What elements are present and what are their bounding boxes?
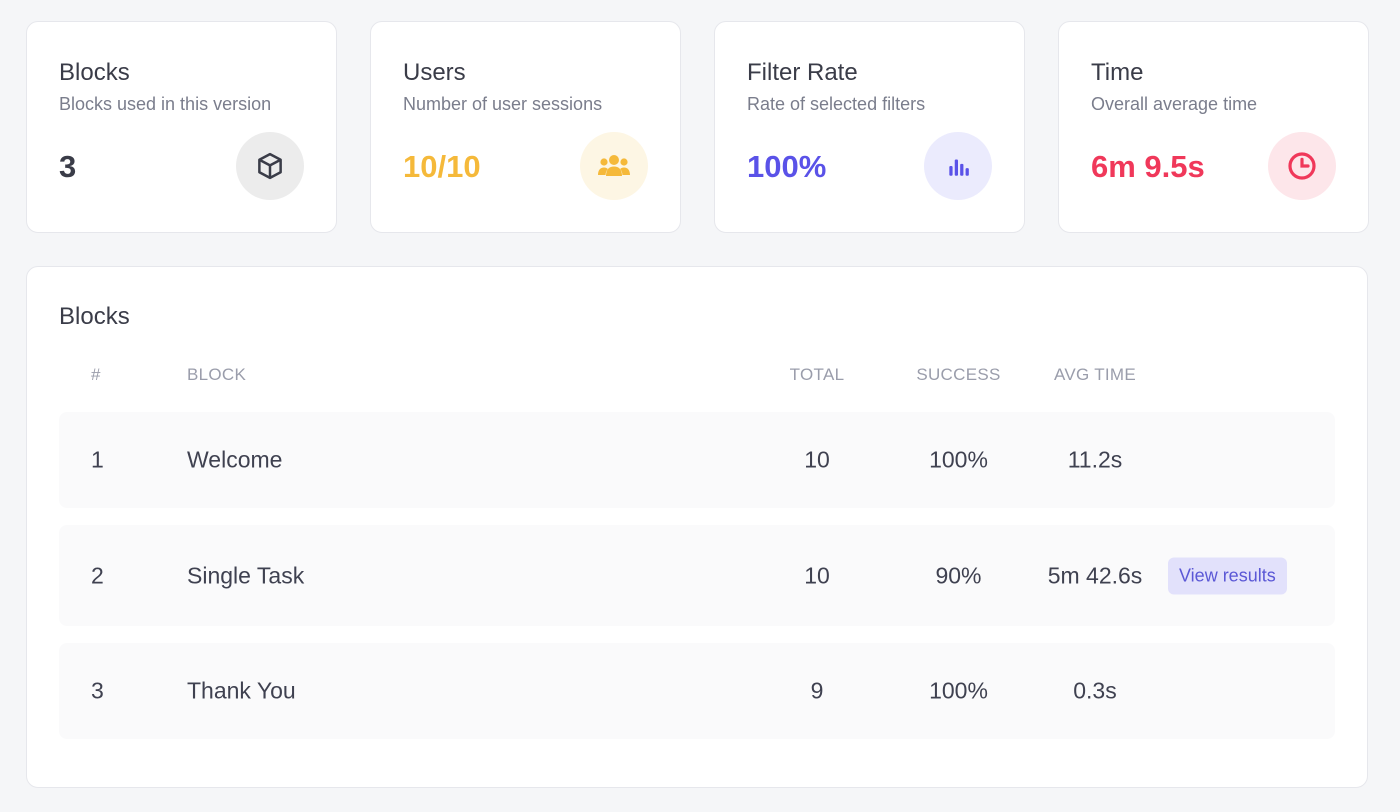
stat-description: Rate of selected filters [747,94,926,114]
stat-title: Users [403,59,466,86]
column-header-avg-time: AVG TIME [1053,365,1137,384]
row-block-name: Welcome [187,446,283,473]
bar-chart-icon [924,132,992,200]
row-total: 10 [804,562,830,588]
row-block-name: Thank You [187,677,296,704]
table-row: 3 Thank You 9 100% 0.3s [59,643,1335,739]
table-header: # BLOCK TOTAL SUCCESS AVG TIME [59,365,1335,389]
table-row: 2 Single Task 10 90% 5m 42.6s View resul… [59,525,1335,626]
stat-card-blocks: Blocks Blocks used in this version 3 [26,21,337,233]
stat-value: 100% [747,149,827,184]
stat-value: 3 [59,149,77,184]
users-icon [580,132,648,200]
column-header-total: TOTAL [789,365,845,384]
row-number: 3 [91,677,104,704]
stat-description: Number of user sessions [403,94,603,114]
row-avg-time: 11.2s [1067,446,1123,473]
stat-description: Overall average time [1091,94,1258,114]
stat-value: 10/10 [403,149,481,184]
row-success: 100% [929,446,988,473]
row-success: 90% [935,562,982,588]
row-total: 10 [804,446,830,473]
row-success: 100% [929,677,988,704]
row-avg-time: 5m 42.6s [1047,562,1143,588]
table-row: 1 Welcome 10 100% 11.2s [59,412,1335,508]
stat-card-time: Time Overall average time 6m 9.5s [1058,21,1369,233]
panel-title: Blocks [59,303,130,330]
stat-title: Blocks [59,59,130,86]
row-avg-time: 0.3s [1073,677,1117,704]
row-block-name: Single Task [187,562,305,588]
stat-title: Time [1091,59,1144,86]
stat-description: Blocks used in this version [59,94,272,114]
column-header-num: # [91,365,101,384]
blocks-panel: Blocks # BLOCK TOTAL SUCCESS AVG TIME 1 … [26,266,1368,788]
column-header-block: BLOCK [187,365,247,384]
row-number: 1 [91,446,104,473]
table-body: 1 Welcome 10 100% 11.2s 2 Single Task 10… [59,412,1335,756]
row-number: 2 [91,562,104,588]
stats-row: Blocks Blocks used in this version 3 Use… [26,21,1369,233]
stat-title: Filter Rate [747,59,858,86]
row-total: 9 [810,677,824,704]
cube-icon [236,132,304,200]
stat-value: 6m 9.5s [1091,149,1205,184]
stat-card-users: Users Number of user sessions 10/10 [370,21,681,233]
stat-card-filter-rate: Filter Rate Rate of selected filters 100… [714,21,1025,233]
clock-icon [1268,132,1336,200]
column-header-success: SUCCESS [916,365,1001,384]
view-results-button[interactable]: View results [1168,557,1287,594]
